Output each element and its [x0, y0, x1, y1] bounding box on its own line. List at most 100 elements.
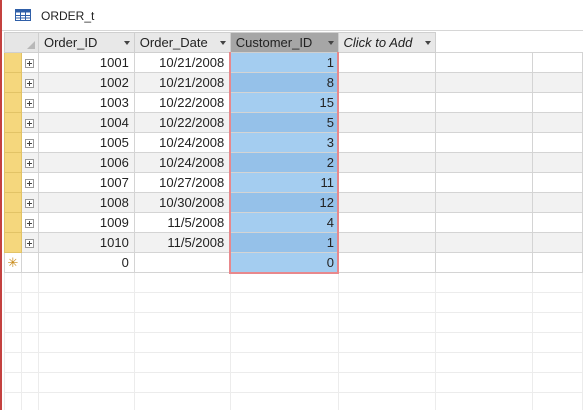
record-selector[interactable]: [4, 92, 22, 113]
cell-order-date[interactable]: 10/21/2008: [133, 72, 231, 93]
record-selector[interactable]: [4, 72, 22, 93]
cell-order-id[interactable]: 1008: [37, 192, 135, 213]
cell-customer-id[interactable]: 8: [229, 72, 340, 93]
cell-click-to-add[interactable]: [337, 52, 437, 73]
cell-order-date[interactable]: 11/5/2008: [133, 212, 231, 233]
cell-click-to-add[interactable]: [337, 132, 437, 153]
cell-order-date[interactable]: 11/5/2008: [133, 232, 231, 253]
column-header-order-id[interactable]: Order_ID: [37, 32, 135, 53]
record-selector[interactable]: [4, 192, 22, 213]
record-selector[interactable]: [4, 212, 22, 233]
cell-order-id[interactable]: 1002: [37, 72, 135, 93]
cell-click-to-add[interactable]: [337, 152, 437, 173]
cell-click-to-add[interactable]: [337, 232, 437, 253]
plus-expand-icon[interactable]: [25, 219, 35, 229]
cell-click-to-add[interactable]: [337, 92, 437, 113]
expand-row-toggle[interactable]: [20, 152, 39, 173]
plus-expand-icon[interactable]: [25, 99, 35, 109]
column-dropdown-arrow-icon[interactable]: [219, 41, 226, 45]
table-row[interactable]: 1002 10/21/2008 8: [4, 72, 583, 93]
table-row[interactable]: 1007 10/27/2008 11: [4, 172, 583, 193]
new-cell-customer-id[interactable]: 0: [229, 252, 340, 274]
cell-order-id[interactable]: 1001: [37, 52, 135, 73]
cell-click-to-add[interactable]: [337, 172, 437, 193]
cell-order-date[interactable]: 10/22/2008: [133, 92, 231, 113]
expand-row-toggle[interactable]: [20, 232, 39, 253]
expand-row-toggle[interactable]: [20, 112, 39, 133]
cell-order-id[interactable]: 1005: [37, 132, 135, 153]
record-selector[interactable]: [4, 112, 22, 133]
expand-row-toggle[interactable]: [20, 92, 39, 113]
table-row[interactable]: 1001 10/21/2008 1: [4, 52, 583, 73]
new-record-row[interactable]: ✳ 0 0: [4, 252, 583, 274]
plus-expand-icon[interactable]: [25, 239, 35, 249]
cell-click-to-add[interactable]: [337, 212, 437, 233]
plus-expand-icon[interactable]: [25, 159, 35, 169]
expand-row-toggle[interactable]: [20, 52, 39, 73]
cell-order-date[interactable]: 10/24/2008: [133, 132, 231, 153]
plus-expand-icon[interactable]: [25, 59, 35, 69]
table-row[interactable]: 1009 11/5/2008 4: [4, 212, 583, 233]
cell-customer-id[interactable]: 1: [229, 52, 340, 73]
document-tab-bar: ORDER_t: [2, 0, 583, 31]
cell-customer-id[interactable]: 11: [229, 172, 340, 193]
table-row[interactable]: 1003 10/22/2008 15: [4, 92, 583, 113]
cell-order-date[interactable]: 10/21/2008: [133, 52, 231, 73]
cell-click-to-add[interactable]: [337, 192, 437, 213]
cell-order-date[interactable]: 10/24/2008: [133, 152, 231, 173]
cell-customer-id[interactable]: 1: [229, 232, 340, 253]
column-header-click-to-add[interactable]: Click to Add: [337, 32, 437, 53]
table-row[interactable]: 1006 10/24/2008 2: [4, 152, 583, 173]
cell-click-to-add[interactable]: [337, 72, 437, 93]
cell-click-to-add[interactable]: [337, 112, 437, 133]
new-cell-click-to-add[interactable]: [337, 252, 437, 273]
cell-order-id[interactable]: 1010: [37, 232, 135, 253]
cell-order-date[interactable]: 10/30/2008: [133, 192, 231, 213]
plus-expand-icon[interactable]: [25, 179, 35, 189]
plus-expand-icon[interactable]: [25, 139, 35, 149]
table-row[interactable]: 1008 10/30/2008 12: [4, 192, 583, 213]
plus-expand-icon[interactable]: [25, 119, 35, 129]
record-selector[interactable]: [4, 152, 22, 173]
document-tab-title[interactable]: ORDER_t: [41, 9, 94, 23]
empty-grid-row: [4, 292, 583, 313]
cell-order-id[interactable]: 1007: [37, 172, 135, 193]
cell-order-id[interactable]: 1009: [37, 212, 135, 233]
new-cell-order-date[interactable]: [133, 252, 231, 273]
cell-customer-id[interactable]: 12: [229, 192, 340, 213]
plus-expand-icon[interactable]: [25, 199, 35, 209]
column-header-customer-id[interactable]: Customer_ID: [229, 32, 339, 53]
record-selector[interactable]: [4, 52, 22, 73]
expand-row-toggle[interactable]: [20, 132, 39, 153]
row-filler: [532, 212, 583, 233]
table-row[interactable]: 1010 11/5/2008 1: [4, 232, 583, 253]
select-all-corner[interactable]: [4, 32, 39, 53]
cell-order-date[interactable]: 10/27/2008: [133, 172, 231, 193]
cell-customer-id[interactable]: 2: [229, 152, 340, 173]
column-dropdown-arrow-icon[interactable]: [425, 41, 432, 45]
table-row[interactable]: 1004 10/22/2008 5: [4, 112, 583, 133]
column-dropdown-arrow-icon[interactable]: [327, 41, 334, 45]
expand-row-toggle[interactable]: [20, 212, 39, 233]
cell-customer-id[interactable]: 3: [229, 132, 340, 153]
record-selector[interactable]: [4, 232, 22, 253]
cell-order-date[interactable]: 10/22/2008: [133, 112, 231, 133]
record-selector[interactable]: [4, 172, 22, 193]
cell-order-id[interactable]: 1003: [37, 92, 135, 113]
column-header-order-date[interactable]: Order_Date: [133, 32, 231, 53]
table-row[interactable]: 1005 10/24/2008 3: [4, 132, 583, 153]
cell-customer-id[interactable]: 15: [229, 92, 340, 113]
cell-customer-id[interactable]: 4: [229, 212, 340, 233]
plus-expand-icon[interactable]: [25, 79, 35, 89]
expand-row-toggle[interactable]: [20, 172, 39, 193]
record-selector[interactable]: [4, 132, 22, 153]
expand-row-toggle[interactable]: [20, 72, 39, 93]
new-cell-order-id[interactable]: 0: [37, 252, 135, 273]
column-dropdown-arrow-icon[interactable]: [123, 41, 130, 45]
datasheet-grid[interactable]: Order_ID Order_Date Customer_ID Click to…: [4, 32, 583, 410]
cell-order-id[interactable]: 1006: [37, 152, 135, 173]
row-filler: [435, 192, 534, 213]
expand-row-toggle[interactable]: [20, 192, 39, 213]
cell-order-id[interactable]: 1004: [37, 112, 135, 133]
cell-customer-id[interactable]: 5: [229, 112, 340, 133]
